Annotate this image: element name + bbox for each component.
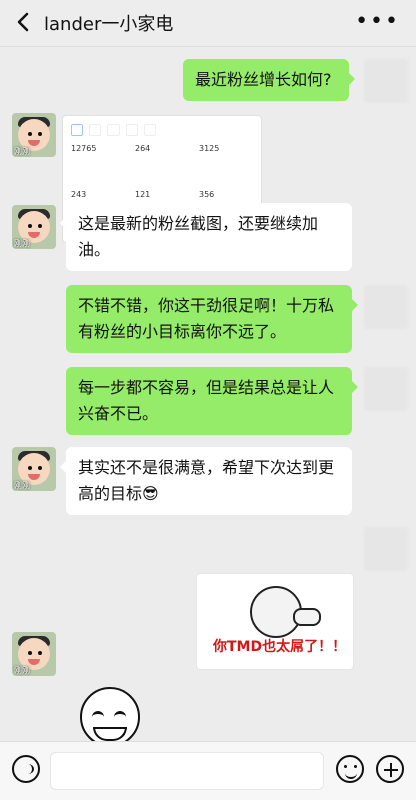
avatar-label: 刚刚 xyxy=(14,147,30,156)
avatar-eye xyxy=(28,132,32,136)
screenshot-stat: 356 xyxy=(199,190,214,201)
avatar[interactable] xyxy=(364,367,408,411)
message-bubble-right: 不错不错，你这干劲很足啊！十万私有粉丝的小目标离你不远了。 xyxy=(66,285,358,353)
message-bubble-left: 这是最新的粉丝截图，还要继续加油。 xyxy=(60,203,352,271)
avatar-eye xyxy=(28,651,32,655)
screenshot-stat-value: 12765 xyxy=(71,144,97,153)
avatar[interactable]: 刚刚 xyxy=(12,447,56,491)
message-input[interactable] xyxy=(50,752,324,790)
avatar-label: 刚刚 xyxy=(14,481,30,490)
chevron-left-icon[interactable] xyxy=(12,10,36,34)
screenshot-stat: 121 xyxy=(135,190,150,201)
meme-caption: 你TMD也太屌了！！ xyxy=(213,639,347,655)
screenshot-stat-value: 3125 xyxy=(199,144,220,153)
screenshot-tab xyxy=(89,124,102,136)
top-bar: lander一小家电 ••• xyxy=(0,0,416,47)
avatar[interactable] xyxy=(364,527,408,571)
screenshot-tab xyxy=(143,124,157,136)
avatar[interactable]: 刚刚 xyxy=(12,113,56,157)
chat-area[interactable]: 最近粉丝增长如何? 刚刚 12765 264 3125 243 121 356 … xyxy=(0,47,416,779)
avatar-label: 刚刚 xyxy=(14,239,30,248)
avatar-eye xyxy=(38,651,42,655)
screenshot-stat: 3125 xyxy=(199,144,219,155)
screenshot-stat-value: 243 xyxy=(71,190,87,199)
voice-icon[interactable] xyxy=(12,755,40,783)
message-bubble-right: 每一步都不容易，但是结果总是让人兴奋不已。 xyxy=(66,367,358,435)
message-bubble-left: 其实还不是很满意，希望下次达到更高的目标😎 xyxy=(60,447,352,515)
screenshot-stat: 12765 xyxy=(71,144,96,155)
screenshot-tab xyxy=(71,124,84,136)
avatar-eye xyxy=(38,466,42,470)
chat-title: lander一小家电 xyxy=(44,14,174,35)
screenshot-tabs xyxy=(71,124,253,136)
avatar[interactable] xyxy=(364,285,408,329)
smile-icon[interactable] xyxy=(336,755,364,783)
screenshot-stat-value: 264 xyxy=(135,144,151,153)
screenshot-stat: 243 xyxy=(71,190,86,201)
screenshot-tab xyxy=(107,124,120,136)
more-dots-icon[interactable]: ••• xyxy=(355,11,400,33)
message-text: 其实还不是很满意，希望下次达到更高的目标😎 xyxy=(78,458,335,503)
input-bar xyxy=(0,741,416,800)
message-text: 不错不错，你这干劲很足啊！十万私有粉丝的小目标离你不远了。 xyxy=(78,296,335,341)
message-text: 最近粉丝增长如何? xyxy=(195,70,332,89)
avatar-label: 刚刚 xyxy=(14,666,30,675)
message-bubble-right: 最近粉丝增长如何? xyxy=(183,59,355,101)
sticker-eye xyxy=(114,711,126,718)
image-message-meme[interactable]: 你TMD也太屌了！！ xyxy=(196,573,354,670)
avatar-eye xyxy=(28,224,32,228)
plus-icon[interactable] xyxy=(376,755,404,783)
screenshot-tab xyxy=(125,124,138,136)
avatar[interactable]: 刚刚 xyxy=(12,632,56,676)
avatar-eye xyxy=(38,224,42,228)
avatar-eye xyxy=(28,466,32,470)
avatar-eye xyxy=(38,132,42,136)
avatar[interactable]: 刚刚 xyxy=(12,205,56,249)
message-text: 每一步都不容易，但是结果总是让人兴奋不已。 xyxy=(78,378,335,423)
screenshot-stat-value: 121 xyxy=(135,190,151,199)
meme-hand-icon xyxy=(293,608,321,626)
screenshot-stat: 264 xyxy=(135,144,150,155)
message-text: 这是最新的粉丝截图，还要继续加油。 xyxy=(78,214,319,259)
avatar[interactable] xyxy=(364,59,408,103)
sticker-eye xyxy=(92,711,104,718)
screenshot-stat-value: 356 xyxy=(199,190,215,199)
